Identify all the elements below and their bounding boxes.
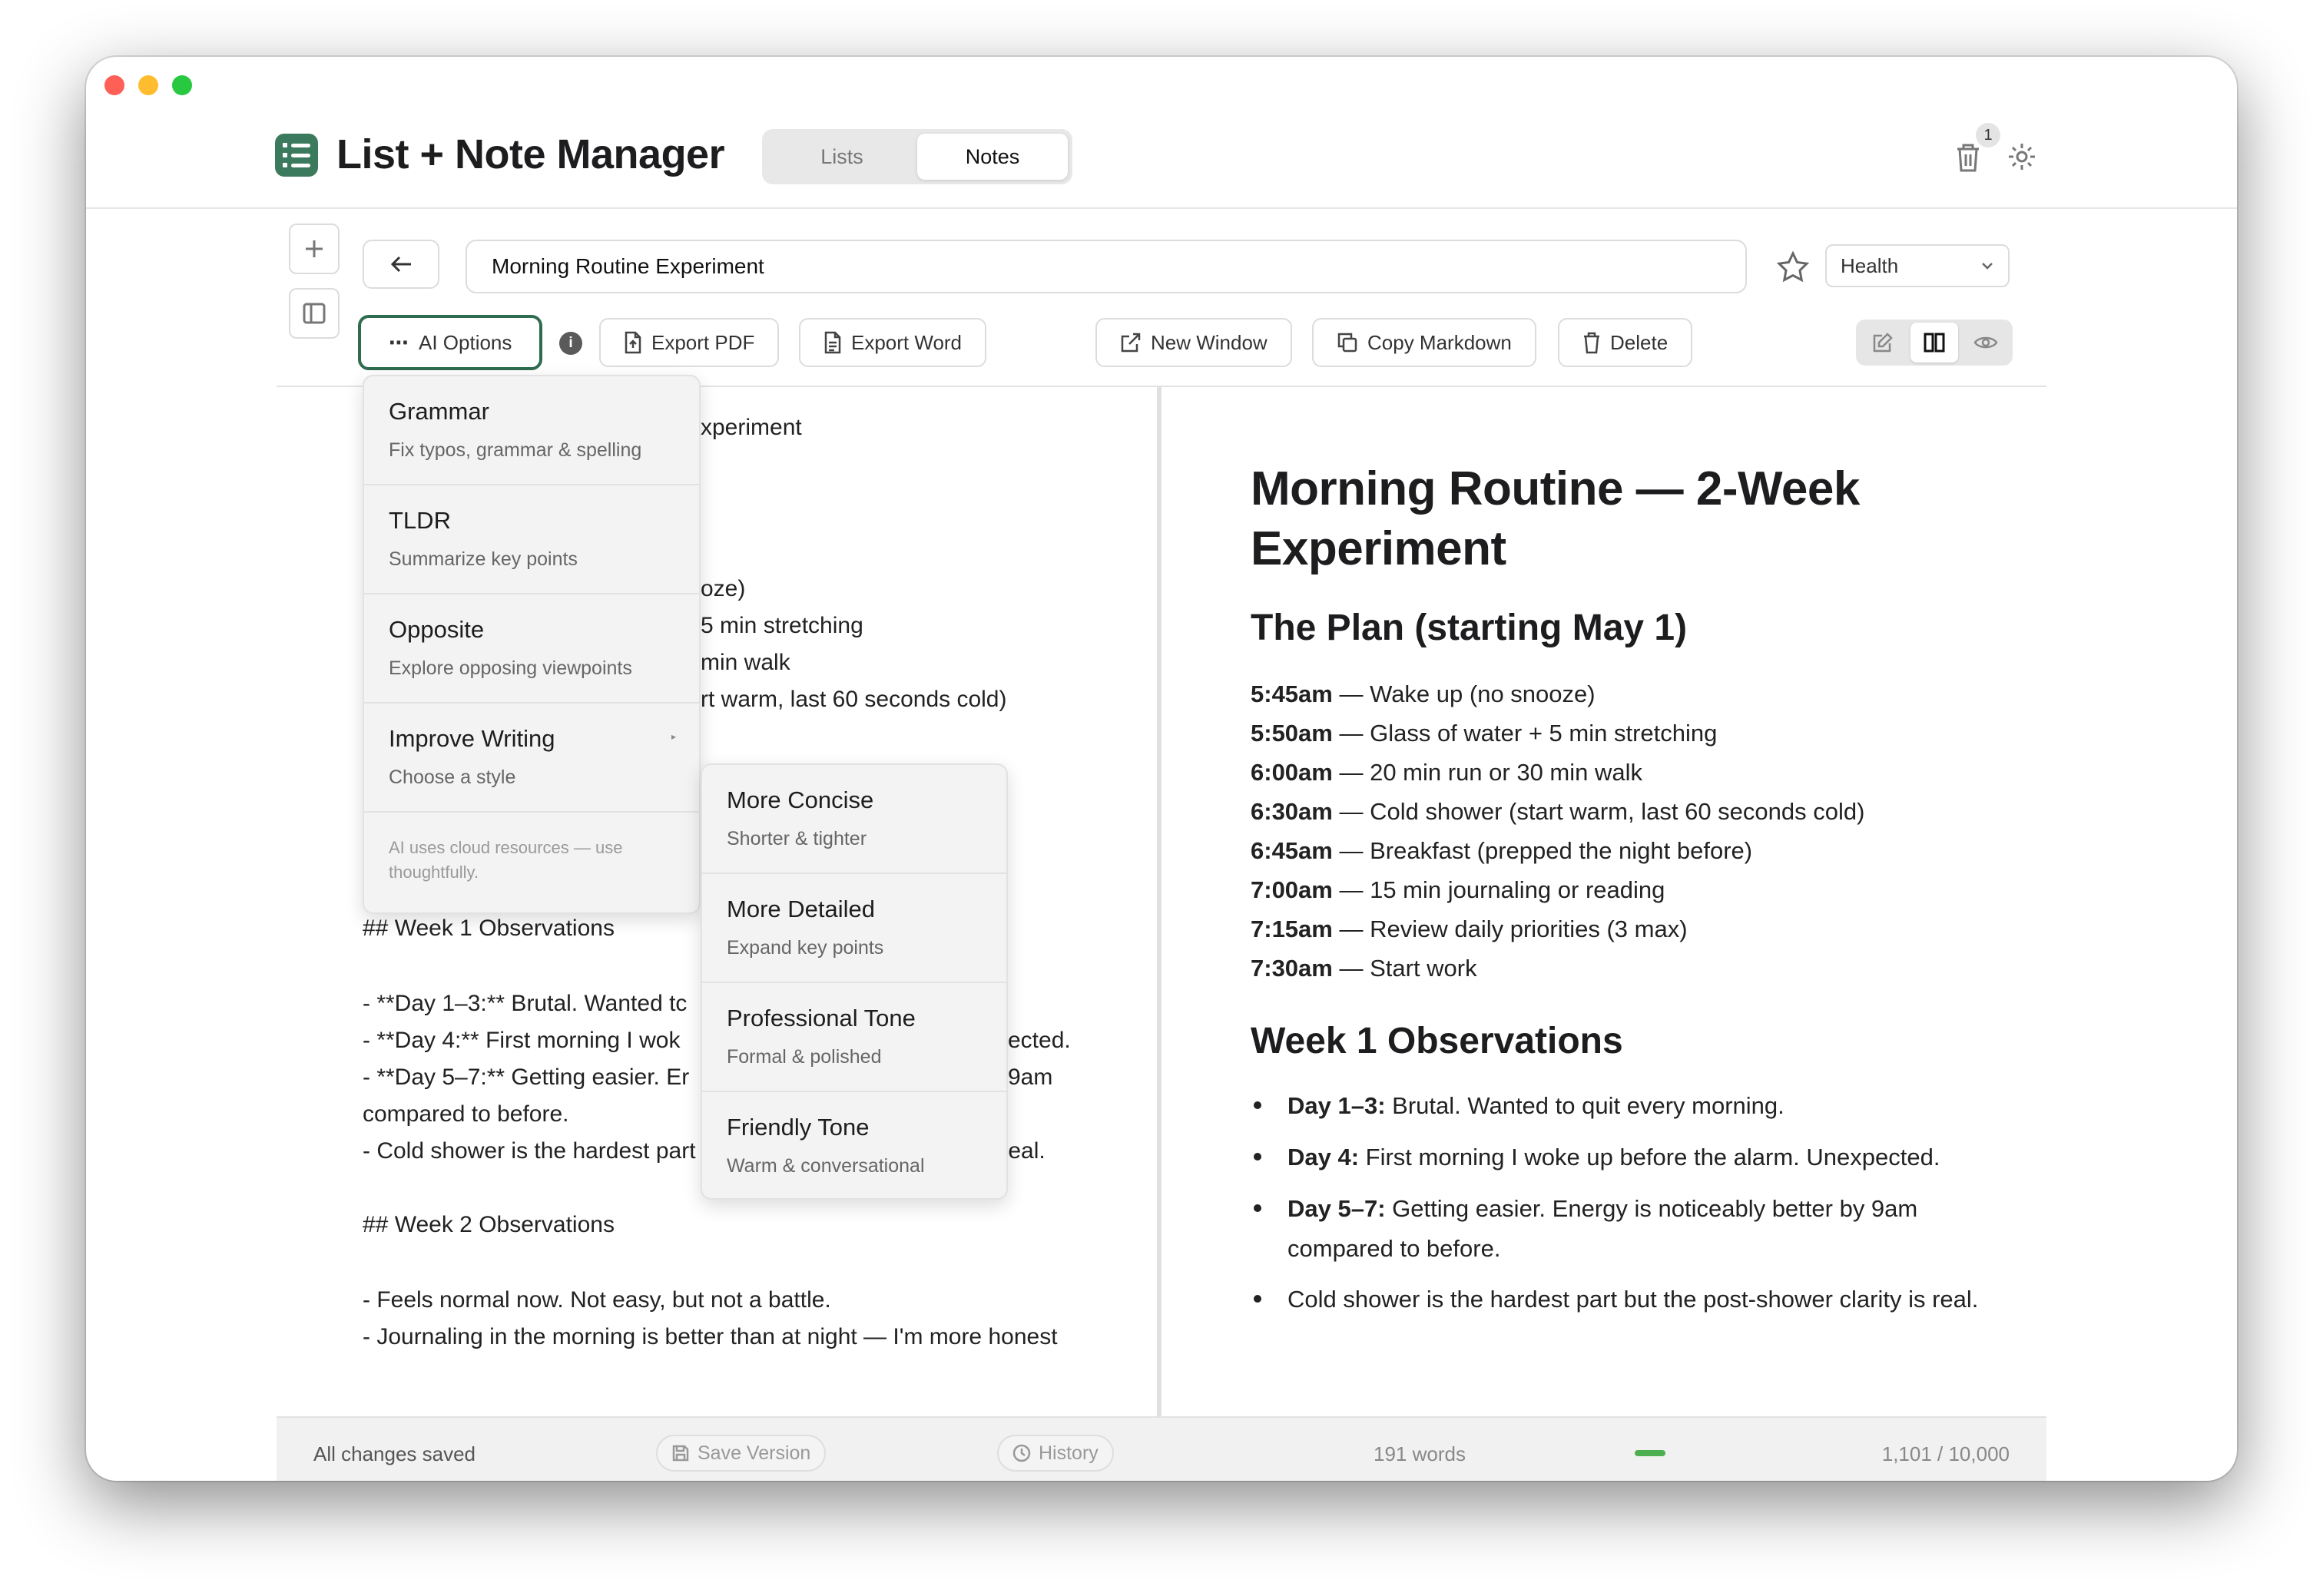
star-icon[interactable] <box>1776 250 1810 284</box>
columns-icon <box>1924 333 1945 353</box>
schedule-item: 5:50am — Glass of water + 5 min stretchi… <box>1251 720 1718 747</box>
new-window-button[interactable]: New Window <box>1095 318 1292 367</box>
arrow-left-icon <box>390 256 411 273</box>
ai-usage-note: AI uses cloud resources — use thoughtful… <box>389 838 623 882</box>
info-icon[interactable]: i <box>559 332 582 355</box>
pane-divider[interactable] <box>1157 387 1162 1416</box>
copy-markdown-button[interactable]: Copy Markdown <box>1312 318 1536 367</box>
document-icon <box>824 331 841 354</box>
split-mode-button[interactable] <box>1910 323 1959 363</box>
list-item: Day 5–7: Getting easier. Energy is notic… <box>1254 1189 1991 1269</box>
editor-line: 5 min stretching <box>701 613 863 638</box>
gear-icon[interactable] <box>2007 141 2037 172</box>
history-button[interactable]: History <box>997 1435 1114 1472</box>
copy-icon <box>1337 333 1357 353</box>
file-export-icon <box>625 331 641 354</box>
export-pdf-label: Export PDF <box>651 330 755 354</box>
editor-line: compared to before. <box>363 1101 569 1127</box>
app-logo-icon <box>275 134 318 177</box>
trash-count-badge: 1 <box>1976 123 2000 147</box>
menu-item-grammar[interactable]: Grammar Fix typos, grammar & spelling <box>364 376 699 485</box>
ai-options-label: AI Options <box>419 330 512 354</box>
delete-button[interactable]: Delete <box>1558 318 1693 367</box>
schedule-item: 6:30am — Cold shower (start warm, last 6… <box>1251 798 1865 825</box>
view-switcher: Lists Notes <box>762 129 1072 184</box>
preview-title: Morning Routine — 2-Week Experiment <box>1251 462 1860 575</box>
app-header: List + Note Manager Lists Notes 1 <box>86 57 2237 209</box>
preview-plan-heading: The Plan (starting May 1) <box>1251 608 1688 648</box>
new-window-label: New Window <box>1151 330 1268 354</box>
ai-options-menu: Grammar Fix typos, grammar & spelling TL… <box>363 375 701 914</box>
schedule-item: 6:45am — Breakfast (prepped the night be… <box>1251 837 1753 864</box>
submenu-item-more-detailed[interactable]: More Detailed Expand key points <box>702 874 1006 983</box>
back-button[interactable] <box>363 240 439 289</box>
menu-item-improve-writing[interactable]: Improve Writing Choose a style ▸ <box>364 704 699 813</box>
category-select[interactable]: Health <box>1825 244 2010 287</box>
new-note-button[interactable] <box>289 224 340 274</box>
character-usage-bar <box>1635 1450 1665 1456</box>
tab-lists[interactable]: Lists <box>767 134 917 180</box>
export-word-label: Export Word <box>851 330 963 354</box>
character-count: 1,101 / 10,000 <box>1881 1442 2010 1465</box>
app-window: List + Note Manager Lists Notes 1 Mornin… <box>86 57 2237 1481</box>
plus-icon <box>306 240 323 257</box>
list-item: Day 1–3: Brutal. Wanted to quit every mo… <box>1254 1086 1991 1126</box>
list-item: Day 4: First morning I woke up before th… <box>1254 1137 1991 1177</box>
editor-line: ected. <box>1008 1028 1071 1053</box>
app-title: List + Note Manager <box>336 131 725 177</box>
status-bar: All changes saved Save Version History 1… <box>277 1416 2046 1481</box>
preview-mode-button[interactable] <box>1961 323 2010 363</box>
tab-notes[interactable]: Notes <box>917 134 1068 180</box>
ai-options-button[interactable]: ⋯ AI Options <box>358 315 543 370</box>
sidebar-icon <box>303 303 326 324</box>
pencil-icon <box>1874 333 1894 353</box>
category-value: Health <box>1841 253 1899 277</box>
note-title-input[interactable]: Morning Routine Experiment <box>466 240 1747 293</box>
editor-line: min walk <box>701 650 790 675</box>
menu-item-opposite[interactable]: Opposite Explore opposing viewpoints <box>364 594 699 704</box>
list-item: Cold shower is the hardest part but the … <box>1254 1280 1991 1356</box>
word-count: 191 words <box>1374 1442 1466 1465</box>
editor-line: - **Day 1–3:** Brutal. Wanted tc <box>363 991 688 1016</box>
editor-line: ## Week 2 Observations <box>363 1212 615 1237</box>
export-word-button[interactable]: Export Word <box>799 318 987 367</box>
submenu-item-professional-tone[interactable]: Professional Tone Formal & polished <box>702 983 1006 1092</box>
editor-line: - **Day 5–7:** Getting easier. Er <box>363 1065 690 1090</box>
schedule-item: 6:00am — 20 min run or 30 min walk <box>1251 759 1643 786</box>
clock-icon <box>1012 1444 1031 1462</box>
view-mode-toggle <box>1856 320 2013 366</box>
submenu-item-friendly-tone[interactable]: Friendly Tone Warm & conversational <box>702 1092 1006 1198</box>
edit-mode-button[interactable] <box>1859 323 1907 363</box>
menu-item-tldr[interactable]: TLDR Summarize key points <box>364 485 699 594</box>
export-pdf-button[interactable]: Export PDF <box>599 318 780 367</box>
toggle-sidebar-button[interactable] <box>289 288 340 339</box>
save-icon <box>672 1445 689 1462</box>
trash-icon <box>1584 332 1599 354</box>
editor-line: - Feels normal now. Not easy, but not a … <box>363 1287 831 1313</box>
improve-writing-submenu: More Concise Shorter & tighter More Deta… <box>701 763 1008 1200</box>
editor-line: rt warm, last 60 seconds cold) <box>701 687 1007 712</box>
schedule-item: 7:15am — Review daily priorities (3 max) <box>1251 916 1688 942</box>
eye-icon <box>1973 336 1998 349</box>
schedule-item: 7:30am — Start work <box>1251 955 1477 982</box>
copy-markdown-label: Copy Markdown <box>1367 330 1512 354</box>
delete-label: Delete <box>1610 330 1669 354</box>
save-version-button[interactable]: Save Version <box>656 1435 827 1472</box>
editor-line: 9am <box>1008 1065 1053 1090</box>
external-link-icon <box>1121 333 1141 353</box>
trash-icon[interactable] <box>1954 141 1982 174</box>
chevron-down-icon <box>1982 263 1993 270</box>
submenu-item-more-concise[interactable]: More Concise Shorter & tighter <box>702 765 1006 874</box>
chevron-right-icon: ▸ <box>671 731 676 742</box>
editor-line: ## Week 1 Observations <box>363 916 615 941</box>
editor-line: - Journaling in the morning is better th… <box>363 1324 1058 1349</box>
editor-line: oze) <box>701 576 746 601</box>
preview-week1-heading: Week 1 Observations <box>1251 1021 1623 1061</box>
editor-line: xperiment <box>701 415 802 440</box>
schedule-item: 7:00am — 15 min journaling or reading <box>1251 876 1665 903</box>
schedule-item: 5:45am — Wake up (no snooze) <box>1251 680 1596 707</box>
save-status: All changes saved <box>313 1442 476 1465</box>
ellipsis-icon: ⋯ <box>389 330 409 354</box>
editor-line: - **Day 4:** First morning I wok <box>363 1028 681 1053</box>
